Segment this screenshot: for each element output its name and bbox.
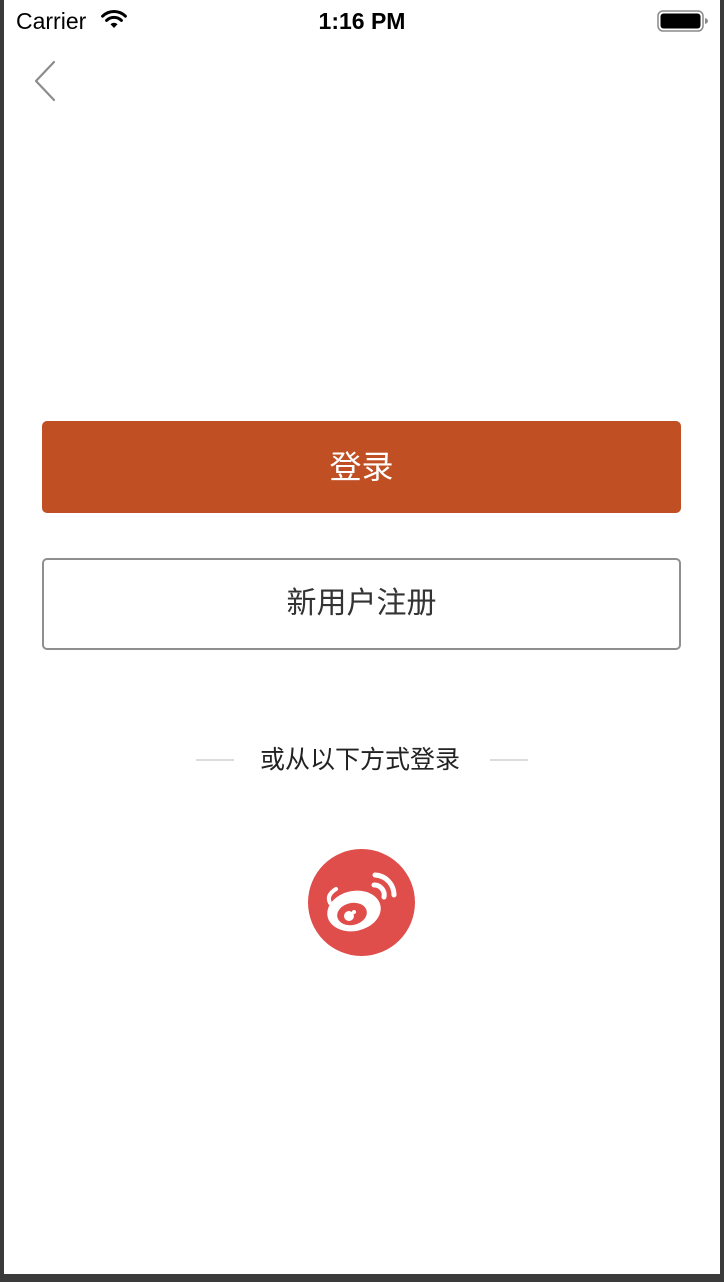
back-button[interactable] xyxy=(28,58,68,104)
login-button-label: 登录 xyxy=(329,448,394,486)
divider-line-right xyxy=(490,759,528,761)
login-screen: Carrier 1:16 PM 登录 新用户注册 或从以下方式登录 xyxy=(4,0,720,1274)
status-bar: Carrier 1:16 PM xyxy=(4,0,720,40)
login-button[interactable]: 登录 xyxy=(42,421,681,513)
battery-icon xyxy=(657,10,709,32)
status-time: 1:16 PM xyxy=(318,8,406,34)
social-login-divider-text: 或从以下方式登录 xyxy=(259,745,460,774)
chevron-left-icon xyxy=(28,60,68,108)
divider-line-left xyxy=(196,759,234,761)
weibo-login-button[interactable] xyxy=(308,849,415,956)
register-button[interactable]: 新用户注册 xyxy=(42,558,681,650)
register-button-label: 新用户注册 xyxy=(286,586,437,621)
